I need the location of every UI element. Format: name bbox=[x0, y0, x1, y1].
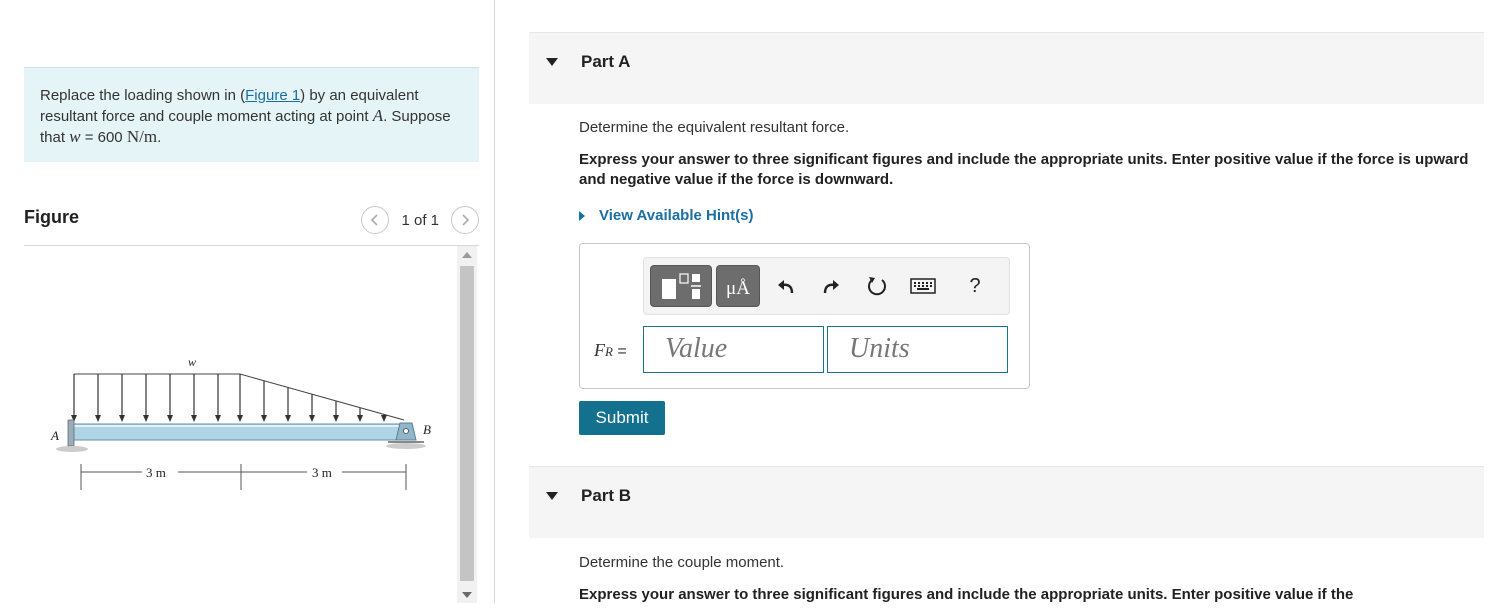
dim-label-1: 3 m bbox=[146, 465, 166, 480]
figure-link[interactable]: Figure 1 bbox=[245, 87, 300, 104]
undo-button[interactable] bbox=[772, 272, 800, 300]
answer-box: μÅ ? FR = Value Units bbox=[579, 243, 1030, 389]
b-label: B bbox=[423, 422, 431, 437]
fr-label: FR = bbox=[594, 340, 627, 361]
help-button[interactable]: ? bbox=[961, 272, 989, 300]
problem-statement: Replace the loading shown in (Figure 1) … bbox=[24, 67, 479, 162]
hint-label: View Available Hint(s) bbox=[599, 207, 754, 224]
figure-pager: 1 of 1 bbox=[361, 205, 479, 235]
chevron-right-icon bbox=[462, 214, 470, 226]
load-arrows bbox=[71, 374, 387, 422]
part-b-title: Part B bbox=[581, 486, 632, 505]
figure-image: w A B 3 m 3 m bbox=[24, 246, 456, 603]
collapse-caret-icon[interactable] bbox=[546, 58, 558, 66]
reset-icon bbox=[868, 277, 886, 296]
figure-count: 1 of 1 bbox=[401, 211, 439, 229]
problem-period: . bbox=[157, 129, 162, 146]
part-a-title: Part A bbox=[581, 52, 631, 71]
caret-right-icon bbox=[579, 210, 585, 221]
redo-button[interactable] bbox=[817, 272, 845, 300]
figure-header: Figure 1 of 1 bbox=[24, 204, 479, 246]
w-label: w bbox=[188, 355, 196, 369]
problem-text-1: Replace the loading shown in ( bbox=[40, 87, 246, 104]
part-b-header[interactable]: Part B bbox=[529, 466, 1484, 538]
redo-icon bbox=[823, 280, 839, 294]
reset-button[interactable] bbox=[863, 272, 891, 300]
next-figure-button[interactable] bbox=[451, 206, 479, 234]
templates-icon bbox=[662, 273, 701, 299]
figure-title: Figure bbox=[24, 207, 80, 227]
value-input[interactable]: Value bbox=[643, 326, 824, 373]
dim-label-2: 3 m bbox=[312, 465, 332, 480]
point-a-symbol: A bbox=[372, 106, 384, 125]
figure-scrollbar[interactable] bbox=[457, 246, 477, 603]
part-a-header[interactable]: Part A bbox=[529, 32, 1484, 104]
a-label: A bbox=[50, 428, 59, 443]
keyboard-icon bbox=[910, 278, 936, 294]
left-panel: Replace the loading shown in (Figure 1) … bbox=[0, 0, 494, 603]
scroll-up-icon[interactable] bbox=[462, 252, 472, 258]
w-symbol: w bbox=[69, 127, 81, 146]
keyboard-button[interactable] bbox=[909, 272, 937, 300]
fr-subscript: R bbox=[605, 344, 613, 359]
prev-figure-button[interactable] bbox=[361, 206, 390, 234]
scroll-thumb[interactable] bbox=[460, 266, 474, 581]
panel-divider bbox=[494, 0, 495, 603]
part-b-question: Determine the couple moment. bbox=[579, 554, 785, 571]
templates-button[interactable] bbox=[650, 265, 712, 307]
fr-equals: = bbox=[612, 343, 627, 360]
fr-symbol: F bbox=[594, 340, 605, 360]
submit-button[interactable]: Submit bbox=[579, 401, 665, 435]
part-b-instructions: Express your answer to three significant… bbox=[579, 586, 1354, 603]
math-toolbar: μÅ ? bbox=[643, 257, 1010, 315]
w-unit: N/m bbox=[126, 127, 158, 146]
beam-diagram: w A B 3 m 3 m bbox=[50, 355, 431, 490]
w-value: = 600 bbox=[80, 129, 127, 146]
scroll-down-icon[interactable] bbox=[462, 592, 472, 598]
undo-icon bbox=[778, 280, 794, 294]
units-input[interactable]: Units bbox=[827, 326, 1008, 373]
view-hints-link[interactable]: View Available Hint(s) bbox=[579, 207, 754, 224]
part-a-instructions: Express your answer to three significant… bbox=[579, 151, 1469, 188]
chevron-left-icon bbox=[371, 214, 379, 226]
units-button[interactable]: μÅ bbox=[716, 265, 760, 307]
part-a-question: Determine the equivalent resultant force… bbox=[579, 119, 850, 136]
collapse-caret-icon-b[interactable] bbox=[546, 492, 558, 500]
units-button-label: μÅ bbox=[726, 278, 750, 299]
